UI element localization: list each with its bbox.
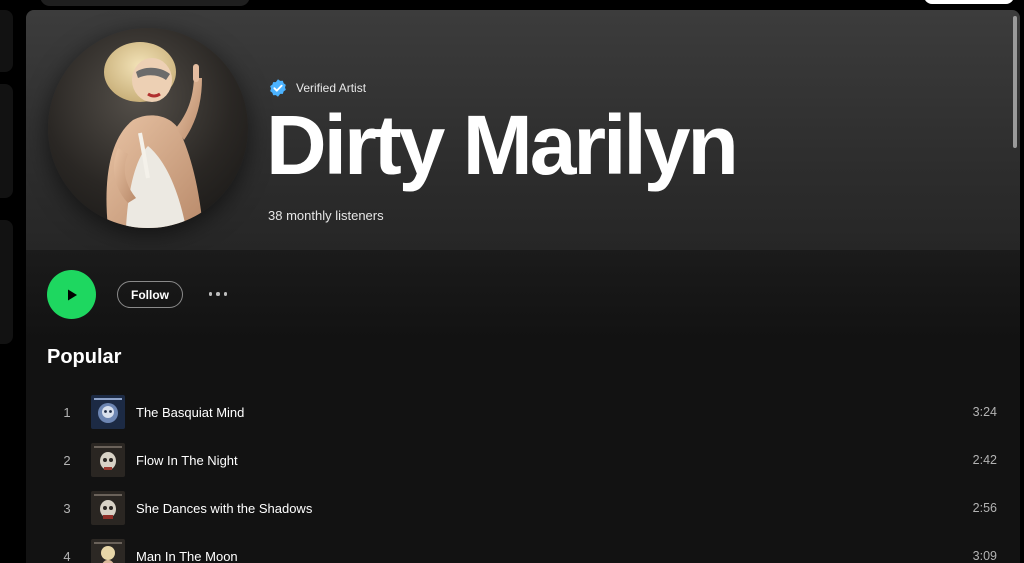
sidebar-panel: [0, 84, 13, 198]
library-sidebar: [0, 10, 22, 563]
scrollbar-thumb[interactable]: [1013, 16, 1017, 148]
play-icon: [67, 289, 77, 300]
verified-artist-label: Verified Artist: [296, 81, 367, 95]
sidebar-panel: [0, 10, 13, 72]
track-row[interactable]: 1 The Basquiat Mind 3:24: [47, 388, 997, 436]
verified-artist-badge: Verified Artist: [268, 78, 366, 98]
monthly-listeners: 38 monthly listeners: [268, 208, 384, 223]
track-cover-art: [91, 491, 125, 525]
track-duration: 3:24: [972, 405, 997, 419]
artist-name: Dirty Marilyn: [266, 98, 739, 192]
track-number: 4: [63, 548, 71, 563]
sidebar-panel: [0, 220, 13, 344]
popular-heading: Popular: [47, 346, 122, 368]
track-duration: 2:42: [972, 453, 997, 467]
track-number: 1: [63, 404, 71, 420]
artist-header: Verified Artist Dirty Marilyn 38 monthly…: [26, 10, 1020, 250]
artist-avatar: [48, 28, 248, 228]
verified-badge-icon: [270, 79, 286, 97]
track-title[interactable]: The Basquiat Mind: [136, 405, 937, 420]
artist-page: Verified Artist Dirty Marilyn 38 monthly…: [26, 10, 1020, 563]
more-options-icon: [216, 292, 220, 296]
track-title[interactable]: Flow In The Night: [136, 453, 937, 468]
track-duration: 3:09: [972, 549, 997, 563]
track-row[interactable]: 2 Flow In The Night 2:42: [47, 436, 997, 484]
main-scrollbar[interactable]: [1010, 10, 1020, 563]
search-bar-edge[interactable]: [40, 0, 250, 6]
top-bar: [0, 0, 1024, 10]
track-row[interactable]: 4 Man In The Moon 3:09: [47, 532, 997, 563]
track-cover-art: [91, 395, 125, 429]
track-duration: 2:56: [972, 501, 997, 515]
track-cover-art: [91, 443, 125, 477]
header-button-edge[interactable]: [924, 0, 1014, 4]
follow-button[interactable]: Follow: [117, 281, 183, 308]
artist-photo: [104, 42, 203, 228]
track-title[interactable]: Man In The Moon: [136, 549, 937, 563]
track-row[interactable]: 3 She Dances with the Shadows 2:56: [47, 484, 997, 532]
track-title[interactable]: She Dances with the Shadows: [136, 501, 937, 516]
play-button[interactable]: [47, 270, 96, 319]
more-options-icon: [223, 292, 228, 296]
more-options-button[interactable]: [203, 282, 233, 306]
track-number: 3: [63, 500, 71, 516]
artist-content: Follow Popular 1 The Basquiat Mind 3:24 …: [26, 250, 1020, 563]
track-number: 2: [63, 452, 71, 468]
popular-track-list: 1 The Basquiat Mind 3:24 2 Flow In The N…: [47, 388, 997, 563]
track-cover-art: [91, 539, 125, 563]
more-options-icon: [208, 292, 213, 296]
